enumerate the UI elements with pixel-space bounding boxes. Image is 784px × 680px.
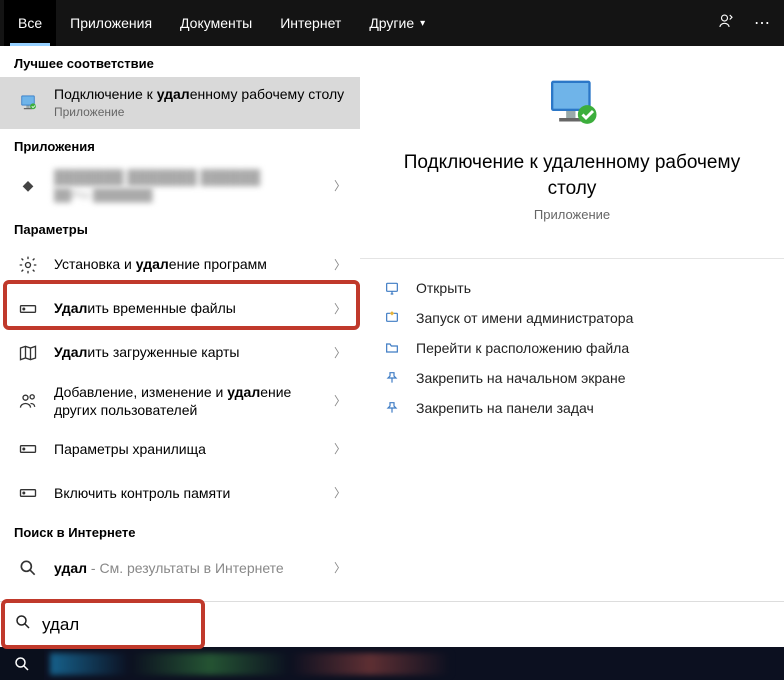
chevron-right-icon: 〉 bbox=[334, 344, 346, 361]
action-open-location[interactable]: Перейти к расположению файла bbox=[380, 333, 764, 363]
chevron-right-icon: 〉 bbox=[334, 300, 346, 317]
chevron-right-icon: 〉 bbox=[334, 392, 346, 409]
section-web: Поиск в Интернете bbox=[0, 515, 360, 546]
tab-other[interactable]: Другие▾ bbox=[355, 0, 439, 46]
web-search-item[interactable]: удал - См. результаты в Интернете 〉 bbox=[0, 546, 360, 590]
rdp-icon-large bbox=[544, 76, 600, 132]
map-icon bbox=[14, 339, 42, 367]
taskbar bbox=[0, 647, 784, 680]
chevron-right-icon: 〉 bbox=[334, 484, 346, 501]
tab-all[interactable]: Все bbox=[4, 0, 56, 46]
setting-item-uninstall[interactable]: Установка и удаление программ 〉 bbox=[0, 243, 360, 287]
action-run-admin[interactable]: Запуск от имени администратора bbox=[380, 303, 764, 333]
chevron-right-icon: 〉 bbox=[334, 440, 346, 457]
pin-icon bbox=[380, 400, 404, 416]
setting-item-delete-maps[interactable]: Удалить загруженные карты 〉 bbox=[0, 331, 360, 375]
preview-title: Подключение к удаленному рабочему столу bbox=[380, 150, 764, 201]
search-input[interactable] bbox=[42, 615, 770, 635]
more-icon[interactable]: ⋯ bbox=[744, 13, 780, 33]
app-item-blurred[interactable]: ◆ ███████ ███████ ██████ ██Pro ███████ 〉 bbox=[0, 160, 360, 212]
pin-icon bbox=[380, 370, 404, 386]
results-panel: Лучшее соответствие Подключение к удален… bbox=[0, 46, 360, 601]
action-pin-taskbar[interactable]: Закрепить на панели задач bbox=[380, 393, 764, 423]
search-bar bbox=[0, 601, 784, 647]
admin-icon bbox=[380, 310, 404, 326]
chevron-down-icon: ▾ bbox=[420, 18, 425, 29]
open-icon bbox=[380, 280, 404, 296]
feedback-icon[interactable] bbox=[708, 12, 744, 35]
section-apps: Приложения bbox=[0, 129, 360, 160]
rdp-icon bbox=[14, 89, 42, 117]
chevron-right-icon: 〉 bbox=[334, 559, 346, 576]
setting-item-storage[interactable]: Параметры хранилища 〉 bbox=[0, 427, 360, 471]
section-settings: Параметры bbox=[0, 212, 360, 243]
chevron-right-icon: 〉 bbox=[334, 177, 346, 194]
action-open[interactable]: Открыть bbox=[380, 273, 764, 303]
tab-apps[interactable]: Приложения bbox=[56, 0, 166, 46]
section-best-match: Лучшее соответствие bbox=[0, 46, 360, 77]
people-icon bbox=[14, 387, 42, 415]
tab-internet[interactable]: Интернет bbox=[266, 0, 355, 46]
filter-tabs: Все Приложения Документы Интернет Другие… bbox=[0, 0, 784, 46]
setting-item-users[interactable]: Добавление, изменение и удаление других … bbox=[0, 375, 360, 427]
taskbar-apps-blurred bbox=[50, 653, 450, 675]
preview-panel: Подключение к удаленному рабочему столу … bbox=[360, 46, 784, 601]
setting-item-memory-control[interactable]: Включить контроль памяти 〉 bbox=[0, 471, 360, 515]
gear-icon bbox=[14, 251, 42, 279]
preview-subtitle: Приложение bbox=[380, 207, 764, 222]
search-icon bbox=[14, 554, 42, 582]
app-icon: ◆ bbox=[14, 172, 42, 200]
storage-icon bbox=[14, 435, 42, 463]
storage-icon bbox=[14, 295, 42, 323]
setting-item-delete-temp[interactable]: Удалить временные файлы 〉 bbox=[0, 287, 360, 331]
tab-docs[interactable]: Документы bbox=[166, 0, 266, 46]
taskbar-search-icon[interactable] bbox=[0, 647, 44, 680]
storage-icon bbox=[14, 479, 42, 507]
best-match-item[interactable]: Подключение к удаленному рабочему столу … bbox=[0, 77, 360, 129]
action-pin-start[interactable]: Закрепить на начальном экране bbox=[380, 363, 764, 393]
chevron-right-icon: 〉 bbox=[334, 256, 346, 273]
folder-icon bbox=[380, 340, 404, 356]
search-icon bbox=[14, 613, 32, 636]
